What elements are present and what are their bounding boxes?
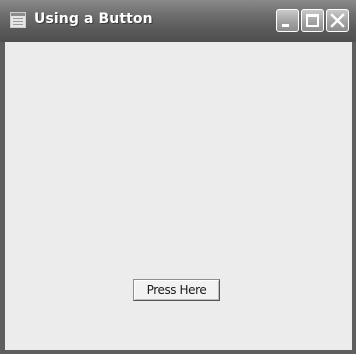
minimize-button[interactable] [276, 9, 299, 32]
maximize-button[interactable] [301, 9, 324, 32]
form-client-area: Press Here [5, 42, 352, 350]
minimize-icon [282, 24, 289, 27]
app-window-icon[interactable] [10, 12, 26, 28]
close-icon [330, 13, 345, 28]
app-window: Using a Button Press Here [0, 0, 356, 354]
maximize-icon [306, 14, 319, 27]
close-button[interactable] [326, 9, 349, 32]
window-title: Using a Button [34, 11, 153, 27]
title-bar[interactable]: Using a Button [0, 0, 356, 42]
press-here-button[interactable]: Press Here [133, 279, 220, 301]
